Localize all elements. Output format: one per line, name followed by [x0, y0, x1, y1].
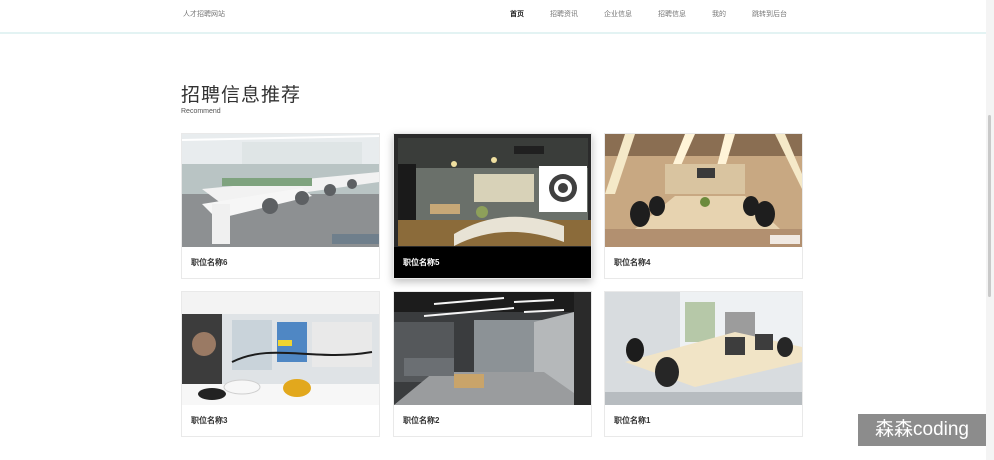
job-card-5[interactable]: 职位名称5	[393, 133, 592, 279]
top-navigation-bar: 人才招聘网站 首页 招聘资讯 企业信息 招聘信息 我的 跳转到后台	[0, 0, 994, 34]
job-photo-5	[394, 134, 591, 247]
job-photo-4	[605, 134, 802, 247]
scrollbar-thumb[interactable]	[988, 115, 991, 297]
nav-item-recruit-news[interactable]: 招聘资讯	[550, 9, 578, 19]
job-name-6: 职位名称6	[191, 258, 228, 267]
job-name-1: 职位名称1	[614, 416, 651, 425]
job-card-6[interactable]: 职位名称6	[181, 133, 380, 279]
job-photo-6	[182, 134, 379, 247]
main-nav: 首页 招聘资讯 企业信息 招聘信息 我的 跳转到后台	[510, 9, 813, 19]
job-name-2: 职位名称2	[403, 416, 440, 425]
job-card-1[interactable]: 职位名称1	[604, 291, 803, 437]
nav-item-job-info[interactable]: 招聘信息	[658, 9, 686, 19]
section-subtitle: Recommend	[181, 108, 221, 115]
page-scrollbar[interactable]	[986, 0, 994, 460]
nav-item-admin[interactable]: 跳转到后台	[752, 9, 787, 19]
job-name-4: 职位名称4	[614, 258, 651, 267]
job-name-3: 职位名称3	[191, 416, 228, 425]
job-card-4[interactable]: 职位名称4	[604, 133, 803, 279]
site-name[interactable]: 人才招聘网站	[183, 9, 225, 19]
nav-item-mine[interactable]: 我的	[712, 9, 726, 19]
nav-item-home[interactable]: 首页	[510, 9, 524, 19]
job-photo-1	[605, 292, 802, 405]
job-photo-2	[394, 292, 591, 405]
job-name-5: 职位名称5	[394, 247, 591, 278]
job-card-2[interactable]: 职位名称2	[393, 291, 592, 437]
watermark-label: 森森coding	[858, 414, 986, 446]
nav-item-company-info[interactable]: 企业信息	[604, 9, 632, 19]
job-card-3[interactable]: 职位名称3	[181, 291, 380, 437]
section-title: 招聘信息推荐	[181, 85, 302, 106]
job-photo-3	[182, 292, 379, 405]
